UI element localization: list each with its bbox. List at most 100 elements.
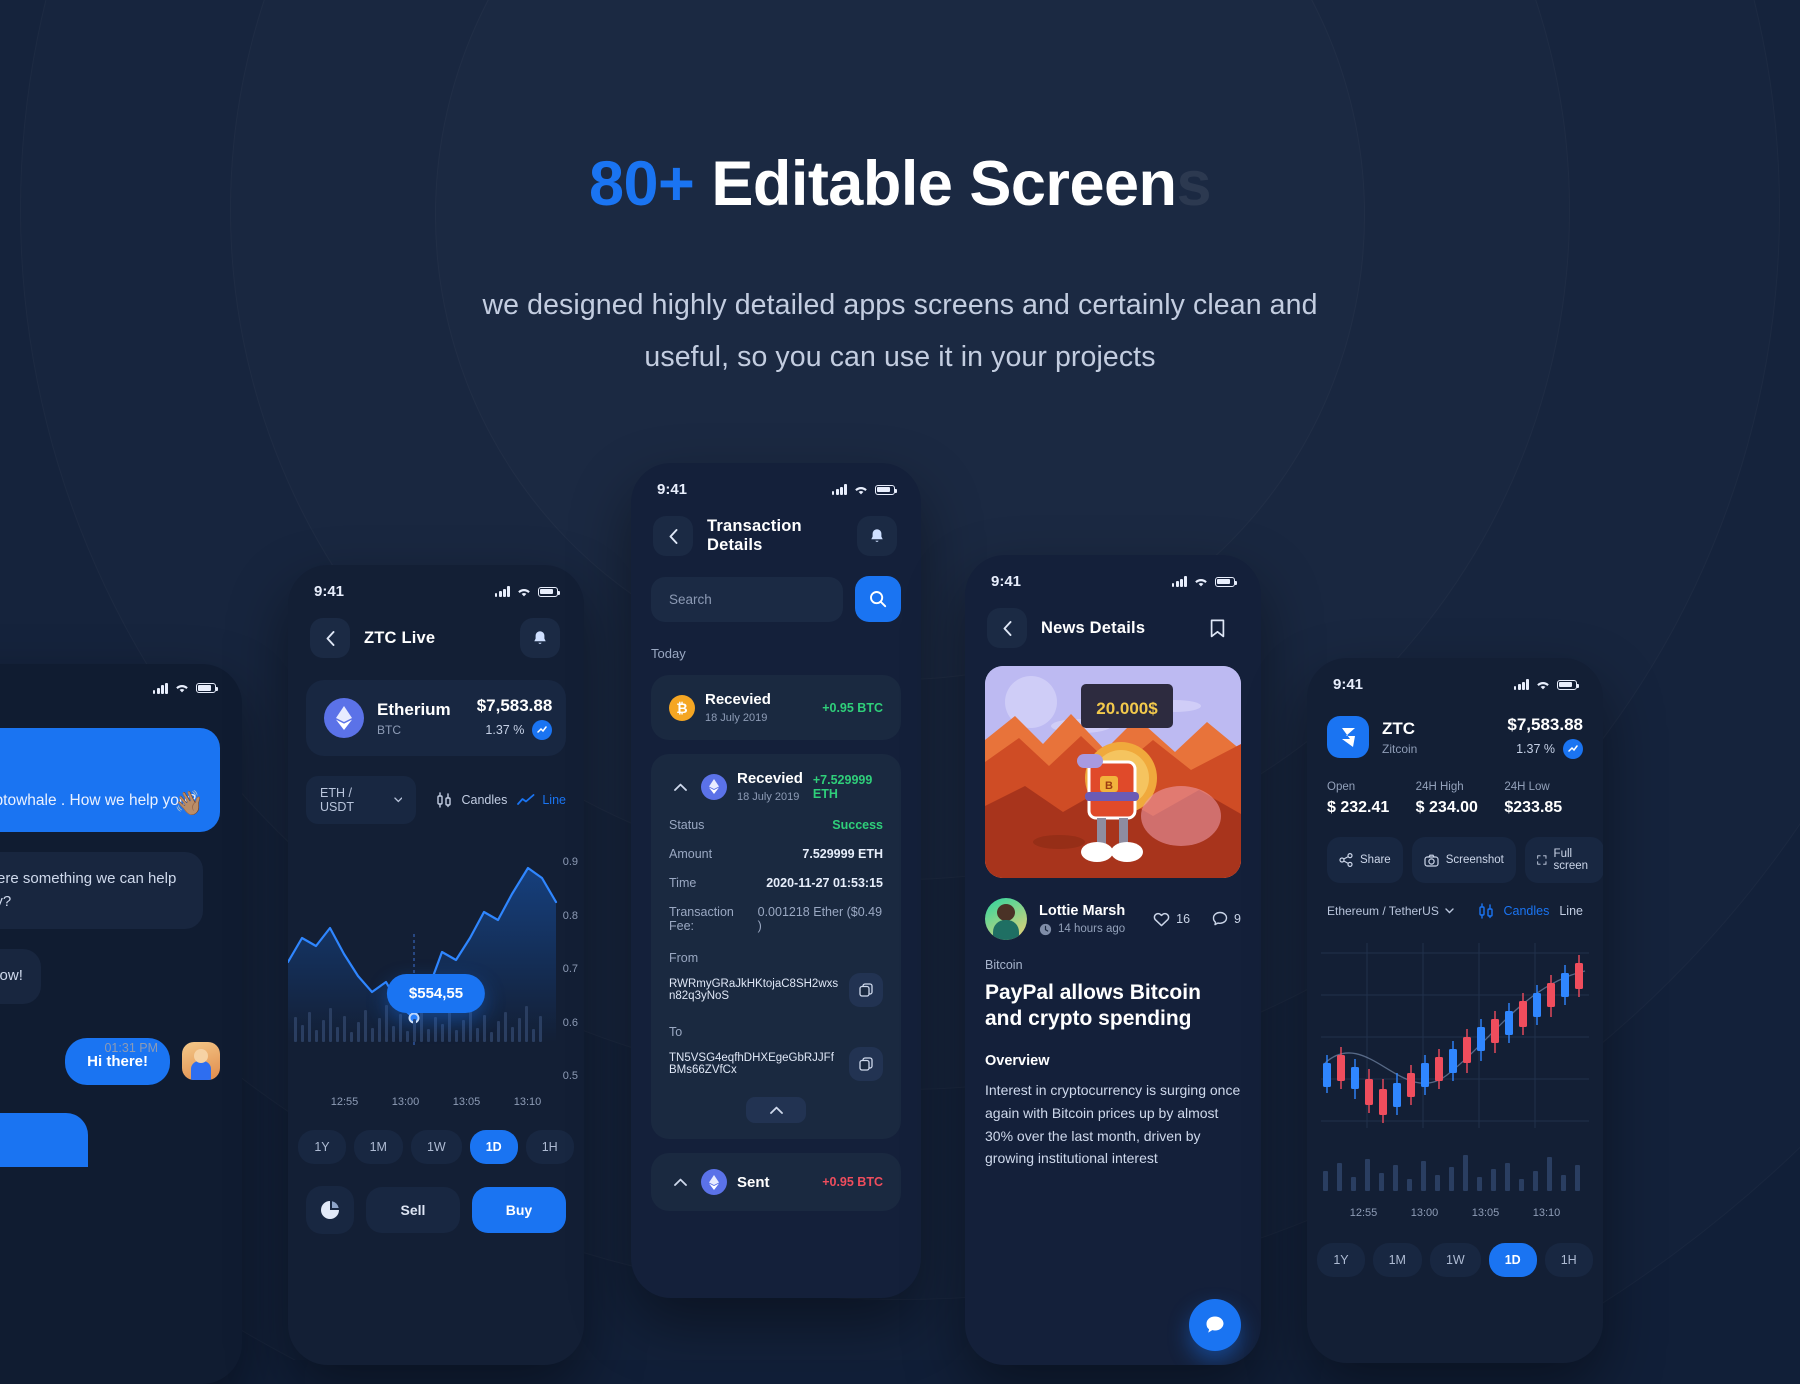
tx-card-sent[interactable]: Sent +0.95 BTC [651,1153,901,1211]
candlestick-chart[interactable]: 12:55 13:00 13:05 13:10 [1307,933,1603,1233]
phone-ztc-live-screen: 9:41 ZTC Live Etherium BTC $7,583.88 1.3… [288,565,584,1365]
author-name: Lottie Marsh [1039,902,1126,919]
candlestick-svg [1321,943,1589,1191]
tx-card-collapsed[interactable]: ₿ Recevied 18 July 2019 +0.95 BTC [651,675,901,740]
chevron-up-icon[interactable] [669,1178,691,1186]
range-1w[interactable]: 1W [1429,1243,1481,1277]
stat-value: $ 232.41 [1327,799,1390,816]
status-time: 9:41 [657,481,688,498]
collapse-button[interactable] [746,1097,806,1123]
tx-row-status: Status Success [669,818,883,832]
wifi-icon [518,588,530,596]
y-axis-labels: 0.9 0.8 0.7 0.6 0.5 [563,856,578,1082]
share-icon [1339,853,1353,867]
status-time: 9:41 [1333,676,1364,693]
nav-bar: News Details [965,590,1261,648]
likes[interactable]: 16 [1153,912,1190,927]
y-tick: 0.8 [562,909,578,922]
price-line-chart[interactable]: 0.9 0.8 0.7 0.6 0.5 $554,55 [288,842,584,1092]
candles-label: Candles [1503,904,1550,918]
status-bar: 9:41 [631,463,921,498]
range-1h[interactable]: 1H [1544,1243,1593,1277]
y-tick: 0.7 [562,963,578,975]
tx-type: Recevied [737,770,803,787]
comments[interactable]: 9 [1212,911,1241,927]
coin-header: ZTC Zitcoin $7,583.88 1.37 % [1307,693,1603,759]
screenshot-label: Screenshot [1445,854,1504,866]
chat-fab-button[interactable] [1189,1299,1241,1351]
notifications-button[interactable] [520,618,560,658]
range-1d[interactable]: 1D [1488,1243,1537,1277]
svg-text:B: B [1105,780,1113,792]
notifications-button[interactable] [857,516,897,556]
chevron-left-icon [669,528,677,544]
range-1h[interactable]: 1H [525,1130,574,1164]
asset-card[interactable]: Etherium BTC $7,583.88 1.37 % [306,680,566,756]
tx-card-expanded[interactable]: Recevied 18 July 2019 +7.529999 ETH Stat… [651,754,901,1139]
range-1y[interactable]: 1Y [1317,1243,1365,1277]
tx-type: Recevied [705,691,771,708]
chart-mode-candles[interactable]: Candles [436,792,507,808]
range-1w[interactable]: 1W [410,1130,462,1164]
nav-bar: Transaction Details [631,498,921,556]
buy-button[interactable]: Buy [472,1187,566,1233]
back-button[interactable] [310,618,350,658]
asset-price: $7,583.88 [476,696,553,715]
range-1d[interactable]: 1D [469,1130,518,1164]
row-value: 0.001218 Ether ($0.49 ) [757,905,883,933]
ethereum-icon [701,773,727,800]
pair-select[interactable]: ETH / USDT [306,776,417,824]
bookmark-button[interactable] [1197,608,1237,648]
back-button[interactable] [987,608,1027,648]
line-label: Line [542,793,566,807]
pair-select[interactable]: Ethereum / TetherUS [1327,904,1454,918]
stat-label: Open [1327,781,1356,793]
chat-message-3: Just let me know! [0,949,41,1004]
share-button[interactable]: Share [1327,837,1403,883]
x-axis-labels: 12:55 13:00 13:05 13:10 [1307,1207,1603,1219]
bitcoin-illustration: 20.000$ ₿ B [985,666,1241,878]
x-axis-labels: 12:55 13:00 13:05 13:10 [288,1096,584,1108]
line-label: Line [1559,904,1583,918]
welcome-text: come to Cryptowhale . How we help you? [0,792,197,809]
chevron-up-icon[interactable] [669,783,691,791]
comments-count: 9 [1234,912,1241,926]
wifi-icon [855,486,867,494]
coin-name: Zitcoin [1382,741,1418,756]
bitcoin-icon: ₿ [669,694,695,721]
phone-candlestick-screen: 9:41 ZTC Zitcoin $7,583.88 1.37 % Open $… [1307,658,1603,1363]
coin-change: 1.37 % [1516,742,1555,756]
actions-row: Share Screenshot Full screen [1307,817,1603,883]
signal-icon [1171,576,1187,587]
stat-label: 24H Low [1504,781,1550,793]
y-tick: 0.6 [562,1016,578,1029]
back-button[interactable] [653,516,693,556]
copy-to-button[interactable] [849,1047,883,1081]
portfolio-button[interactable] [306,1186,354,1234]
search-button[interactable] [855,576,901,622]
chart-mode-line[interactable]: Line [1559,904,1583,918]
row-value: Success [832,818,883,832]
chevron-left-icon [1003,620,1011,636]
page-title: ZTC Live [364,628,436,647]
copy-from-button[interactable] [849,973,883,1007]
chart-mode-candles[interactable]: Candles [1478,903,1549,919]
screenshot-button[interactable]: Screenshot [1411,837,1516,883]
sell-button[interactable]: Sell [366,1187,460,1233]
likes-count: 16 [1176,912,1191,926]
chat-input-bar[interactable] [0,1112,88,1167]
range-1m[interactable]: 1M [1372,1243,1422,1277]
signal-icon [1513,679,1529,690]
bell-icon [534,630,546,644]
x-tick: 13:05 [1471,1207,1500,1219]
stat-24h-high: 24H High $ 234.00 [1416,781,1495,817]
from-row: RWRmyGRaJkHKtojaC8SH2wxsn82q3yNoS [669,973,883,1007]
asset-change: 1.37 % [485,723,525,737]
fullscreen-button[interactable]: Full screen [1524,837,1603,883]
chart-mode-line[interactable]: Line [517,793,566,807]
wave-emoji: 👋🏽 [174,790,204,818]
to-address: TN5VSG4eqfhDHXEgeGbRJJFfBMs66ZVfCx [669,1052,834,1076]
range-1m[interactable]: 1M [353,1130,403,1164]
search-input[interactable]: Search [651,576,843,622]
range-1y[interactable]: 1Y [298,1130,346,1164]
